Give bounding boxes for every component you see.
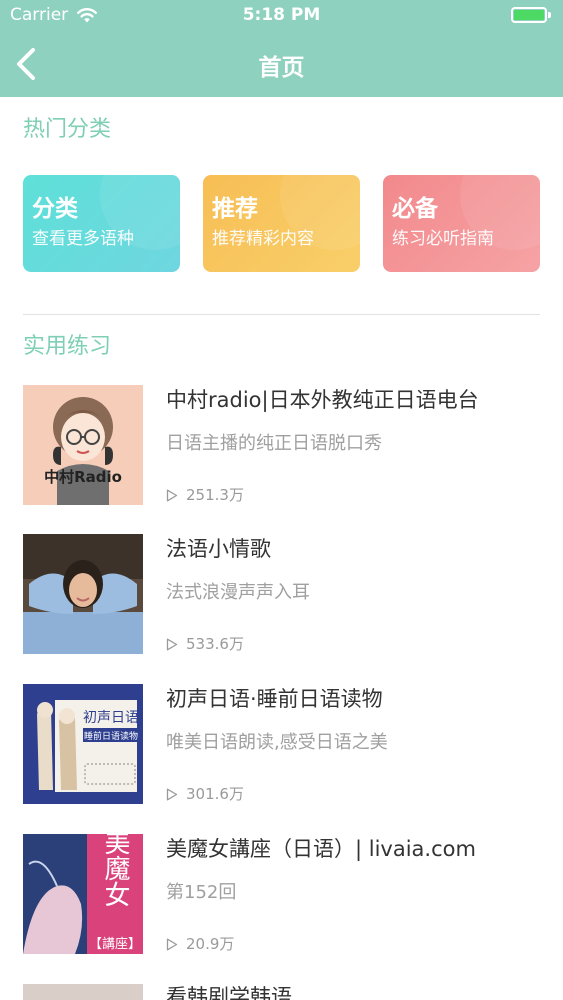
- item-title: 法语小情歌: [166, 537, 271, 561]
- thumbnail-caption-2: 【講座】: [89, 936, 141, 952]
- battery-icon: [511, 7, 551, 23]
- item-play-count: 301.6万: [166, 784, 244, 804]
- item-play-count: 533.6万: [166, 634, 244, 654]
- app-header: Carrier 5:18 PM 首页: [0, 0, 563, 97]
- item-thumbnail: 美魔女 【講座】: [23, 834, 143, 954]
- item-subtitle: 法式浪漫声声入耳: [166, 582, 310, 603]
- practice-list-item[interactable]: 中村Radio 中村radio|日本外教纯正日语电台 日语主播的纯正日语脱口秀 …: [0, 385, 563, 515]
- item-thumbnail: 中村Radio: [23, 385, 143, 505]
- section-divider: [23, 314, 540, 315]
- item-title: 初声日语·睡前日语读物: [166, 687, 383, 711]
- category-card-essential[interactable]: 必备 练习必听指南: [383, 175, 540, 272]
- thumbnail-caption: 中村Radio: [44, 468, 122, 486]
- item-thumbnail: [23, 984, 143, 1000]
- battery-level: [514, 10, 544, 20]
- play-outline-icon: [166, 938, 178, 950]
- item-subtitle: 唯美日语朗读,感受日语之美: [166, 732, 388, 753]
- play-count-value: 251.3万: [186, 486, 244, 504]
- thumbnail-caption-2: 睡前日语读物: [84, 730, 138, 742]
- item-thumbnail: [23, 534, 143, 654]
- play-outline-icon: [166, 788, 178, 800]
- practice-list-item[interactable]: 看韩剧学韩语: [0, 984, 563, 1000]
- category-card-name: 推荐: [212, 196, 258, 222]
- thumbnail-caption: 美魔女: [100, 834, 130, 907]
- thumbnail-caption: 初声日语: [83, 709, 139, 726]
- category-card-desc: 推荐精彩内容: [212, 229, 314, 249]
- play-count-value: 20.9万: [186, 935, 235, 953]
- item-play-count: 251.3万: [166, 485, 244, 505]
- category-card-desc: 查看更多语种: [32, 229, 134, 249]
- hot-categories-title: 热门分类: [23, 117, 112, 142]
- item-title: 美魔女講座（日语）| livaia.com: [166, 837, 476, 861]
- status-time: 5:18 PM: [242, 5, 321, 25]
- navigation-bar: 首页: [0, 32, 563, 97]
- category-card-recommend[interactable]: 推荐 推荐精彩内容: [203, 175, 360, 272]
- category-card-classify[interactable]: 分类 查看更多语种: [23, 175, 180, 272]
- practice-list-item[interactable]: 初声日语 睡前日语读物 初声日语·睡前日语读物 唯美日语朗读,感受日语之美 30…: [0, 684, 563, 814]
- play-outline-icon: [166, 638, 178, 650]
- item-play-count: 20.9万: [166, 934, 234, 954]
- practice-title: 实用练习: [23, 334, 112, 359]
- category-card-name: 分类: [32, 196, 78, 222]
- play-count-value: 533.6万: [186, 635, 244, 653]
- status-bar: Carrier 5:18 PM: [0, 0, 563, 32]
- category-card-desc: 练习必听指南: [392, 229, 494, 249]
- play-count-value: 301.6万: [186, 785, 244, 803]
- item-title: 中村radio|日本外教纯正日语电台: [166, 388, 479, 412]
- item-title: 看韩剧学韩语: [166, 985, 292, 1000]
- category-card-name: 必备: [392, 196, 438, 222]
- item-subtitle: 第152回: [166, 882, 237, 903]
- play-outline-icon: [166, 489, 178, 501]
- page-title: 首页: [258, 55, 305, 81]
- practice-list-item[interactable]: 美魔女 【講座】 美魔女講座（日语）| livaia.com 第152回 20.…: [0, 834, 563, 964]
- item-thumbnail: 初声日语 睡前日语读物: [23, 684, 143, 804]
- item-subtitle: 日语主播的纯正日语脱口秀: [166, 433, 382, 454]
- practice-list-item[interactable]: 法语小情歌 法式浪漫声声入耳 533.6万: [0, 534, 563, 664]
